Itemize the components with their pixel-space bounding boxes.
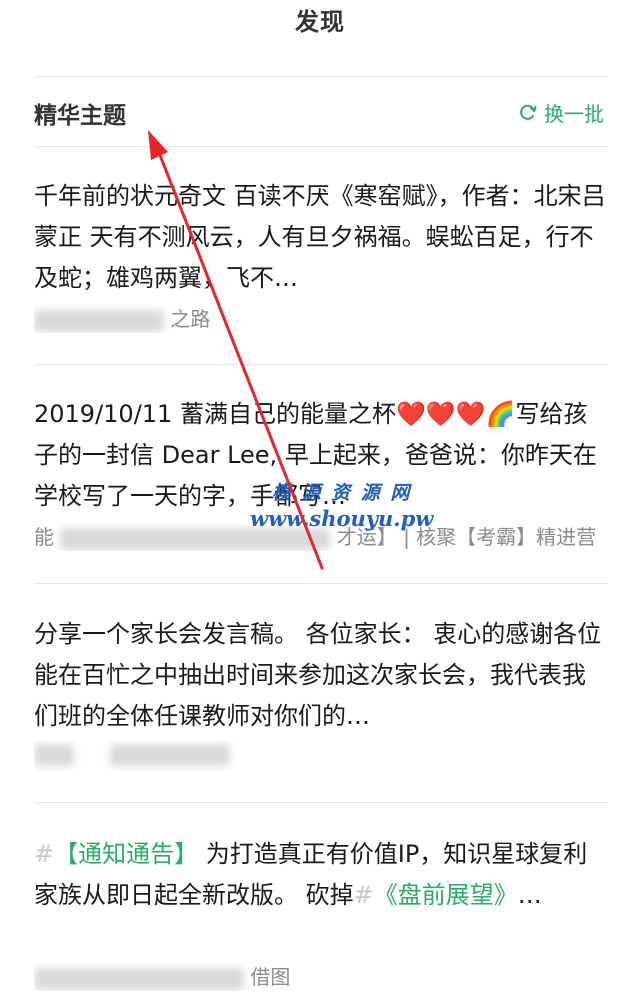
topic-tag[interactable]: 【通知通告】 [54, 840, 198, 868]
refresh-icon [520, 104, 537, 120]
post-body: 千年前的状元奇文 百读不厌《寒窑赋》，作者：北宋吕蒙正 天有不测风云，人有旦夕祸… [34, 182, 606, 292]
post-meta-text: 借图 [250, 965, 291, 989]
watermark-url: www.shouyu.pw [250, 506, 434, 531]
section-title: 精华主题 [34, 103, 126, 129]
post-meta: 借图 [34, 961, 608, 991]
blurred-author [34, 743, 74, 766]
topic-tag[interactable]: 《盘前展望》 [374, 881, 518, 909]
blurred-author [34, 309, 164, 332]
post-meta: 之路 [34, 303, 608, 333]
list-item[interactable]: 千年前的状元奇文 百读不厌《寒窑赋》，作者：北宋吕蒙正 天有不测风云，人有旦夕祸… [34, 176, 608, 333]
discover-page: 发现 精华主题 换一批 千年前的状元奇文 百读不厌《寒窑赋》，作者：北宋吕蒙正 … [0, 0, 640, 1002]
watermark: 模 源 资 源 网 www.shouyu.pw [250, 480, 433, 532]
blurred-author [110, 743, 231, 766]
watermark-line1: 模 源 资 源 网 [271, 482, 412, 504]
blurred-author [34, 967, 244, 990]
list-item[interactable]: #【通知通告】 为打造真正有价值IP，知识星球复利家族从即日起全新改版。 砍掉#… [34, 834, 608, 991]
refresh-label: 换一批 [544, 102, 604, 126]
divider [34, 364, 608, 365]
page-title: 发现 [295, 8, 345, 36]
post-body: #【通知通告】 为打造真正有价值IP，知识星球复利家族从即日起全新改版。 砍掉#… [34, 834, 608, 957]
hashtag-symbol: # [353, 881, 374, 909]
post-text-end: … [517, 881, 542, 909]
hashtag-symbol: # [34, 840, 55, 868]
divider [34, 583, 608, 584]
divider [34, 76, 608, 77]
divider [34, 146, 608, 147]
post-meta [34, 741, 608, 771]
post-body: 分享一个家长会发言稿。 各位家长： 衷心的感谢各位能在百忙之中抽出时间来参加这次… [34, 620, 602, 730]
post-meta-text: 之路 [170, 307, 211, 331]
list-item[interactable]: 分享一个家长会发言稿。 各位家长： 衷心的感谢各位能在百忙之中抽出时间来参加这次… [34, 614, 608, 771]
divider [34, 802, 608, 803]
refresh-button[interactable]: 换一批 [518, 98, 604, 127]
post-meta-prefix: 能 [34, 525, 54, 549]
